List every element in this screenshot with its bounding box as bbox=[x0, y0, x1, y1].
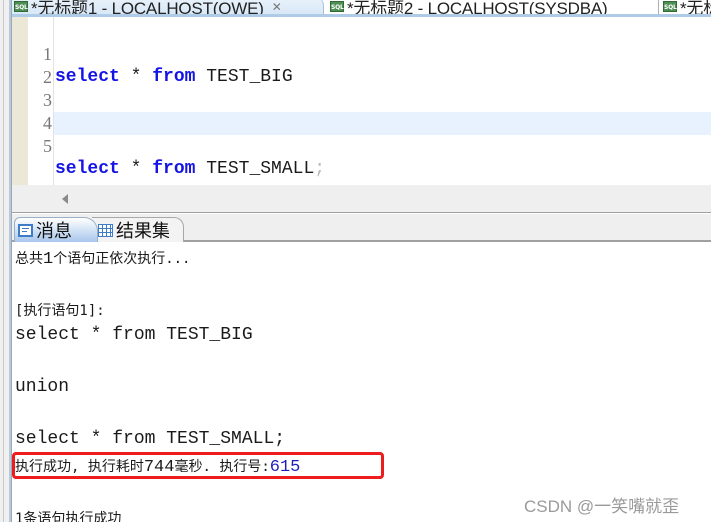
editor-tab-bar: SQL *无标题1 - LOCALHOST(QWE) ✕ SQL *无标题2 -… bbox=[12, 0, 711, 17]
console-exec-header: [执行语句1]: bbox=[15, 303, 105, 319]
tab-messages[interactable]: 消息 bbox=[14, 217, 98, 242]
window-left-border bbox=[0, 0, 12, 522]
editor-tab-label: *无标题1 - LOCALHOST(QWE) bbox=[31, 0, 264, 17]
code-text: select * from TEST_SMALL; bbox=[55, 159, 326, 179]
editor-tab-untitled-2[interactable]: SQL *无标题2 - LOCALHOST(SYSDBA) bbox=[328, 0, 656, 17]
table-grid-icon bbox=[98, 223, 113, 237]
editor-tab-untitled-1[interactable]: SQL *无标题1 - LOCALHOST(QWE) ✕ bbox=[12, 0, 324, 17]
console-sql-line: select * from TEST_SMALL; bbox=[15, 429, 286, 449]
tab-label: 消息 bbox=[36, 221, 72, 242]
output-panel-tab-bar: 结果集 消息 bbox=[12, 214, 711, 242]
editor-gutter bbox=[12, 17, 28, 185]
editor-tab-label: *无标题2 - LOCALHOST(SYSDBA) bbox=[347, 0, 608, 17]
message-console[interactable]: 总共1个语句正依次执行... [执行语句1]: select * from TE… bbox=[12, 242, 711, 522]
sql-editor[interactable]: 1 select * from TEST_BIG 2 3 union 4 5 s… bbox=[12, 17, 711, 185]
tab-label: 结果集 bbox=[116, 221, 170, 242]
line-number: 5 bbox=[43, 136, 52, 156]
console-summary-line: 1条语句执行成功 bbox=[15, 511, 122, 522]
sql-file-icon: SQL bbox=[14, 1, 28, 12]
editor-line[interactable]: 2 bbox=[28, 43, 711, 87]
editor-line[interactable]: 3 union bbox=[28, 66, 711, 133]
close-tab-icon[interactable]: ✕ bbox=[272, 0, 282, 14]
highlight-annotation-box bbox=[12, 452, 384, 479]
tab-result-set[interactable]: 结果集 bbox=[92, 217, 184, 242]
console-sql-line: select * from TEST_BIG bbox=[15, 325, 253, 345]
editor-line-current[interactable]: 5 select * from TEST_SMALL; bbox=[43, 112, 711, 179]
scroll-left-arrow-icon[interactable] bbox=[62, 194, 68, 204]
console-line-status: 总共1个语句正依次执行... bbox=[15, 250, 191, 269]
editor-tab-untitled-3[interactable]: SQL *无标 bbox=[658, 0, 711, 17]
message-icon bbox=[18, 223, 33, 237]
border-line bbox=[9, 0, 11, 522]
editor-horizontal-scrollbar[interactable] bbox=[12, 185, 711, 213]
sql-file-icon: SQL bbox=[330, 1, 344, 12]
editor-line[interactable]: 1 select * from TEST_BIG bbox=[28, 20, 711, 87]
editor-tab-label: *无标 bbox=[680, 0, 711, 17]
console-sql-line: union bbox=[15, 377, 70, 397]
editor-line[interactable]: 4 bbox=[28, 89, 711, 133]
watermark: CSDN @一笑嘴就歪 bbox=[524, 497, 680, 516]
line-number: 4 bbox=[43, 113, 52, 133]
sql-file-icon: SQL bbox=[663, 1, 677, 12]
